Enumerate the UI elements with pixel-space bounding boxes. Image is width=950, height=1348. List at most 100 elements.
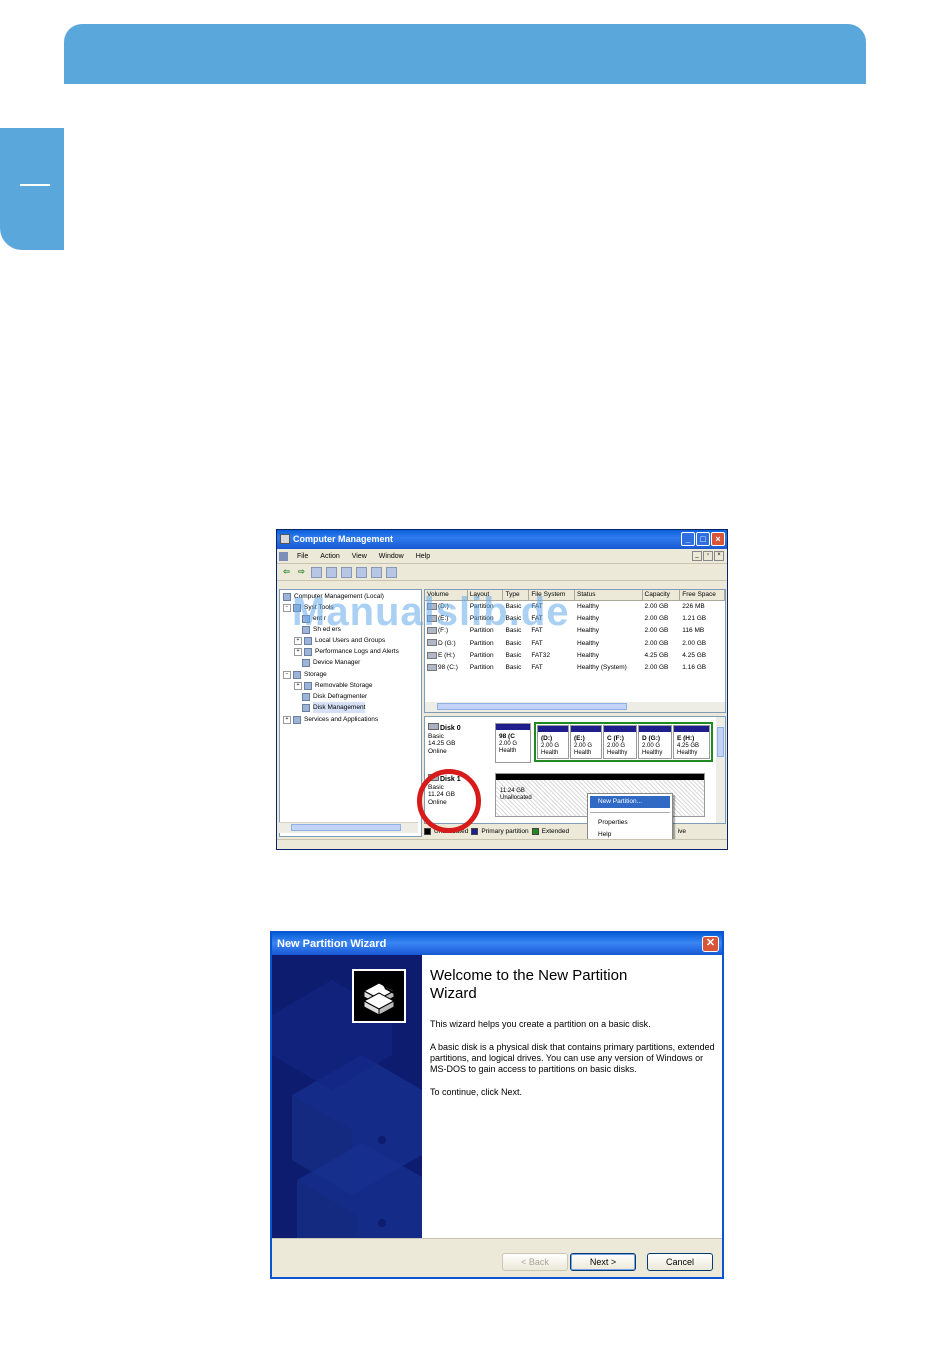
- extended-partition[interactable]: (D:) 2.00 G Health (E:) 2.00 G Health C (F:)…: [534, 722, 713, 762]
- wizard-body: Welcome to the New Partition Wizard This …: [272, 955, 722, 1238]
- maximize-button[interactable]: □: [696, 532, 710, 546]
- tree-item-storage[interactable]: − Storage: [283, 669, 327, 680]
- connect-icon[interactable]: [371, 566, 382, 578]
- tree-item-disk-management[interactable]: Disk Management: [302, 702, 366, 713]
- volume-cell: Healthy: [577, 639, 600, 647]
- device-manager-icon: [302, 658, 310, 667]
- document-icon: [279, 551, 288, 561]
- volume-icon: [427, 627, 437, 635]
- properties-icon[interactable]: [341, 566, 352, 578]
- col-status[interactable]: Status: [575, 590, 643, 600]
- volume-row[interactable]: (F:) Partition Basic FAT Healthy 2.00 GB 116 M…: [425, 625, 725, 637]
- cm-title: Computer Management: [293, 534, 394, 544]
- volume-cell: Partition: [469, 627, 494, 635]
- partition-c[interactable]: 98 (C 2.00 G Health: [495, 723, 531, 763]
- volume-cell: Partition: [469, 603, 494, 610]
- volume-list-scrollbar[interactable]: [425, 702, 725, 712]
- tree-item-services-apps[interactable]: + Services and Applications: [283, 714, 378, 725]
- minimize-button[interactable]: _: [681, 532, 695, 546]
- forward-arrow-icon[interactable]: ⇨: [296, 567, 307, 578]
- volume-cell: 2.00 GB: [682, 639, 707, 647]
- back-button[interactable]: < Back: [502, 1253, 568, 1271]
- col-free-space[interactable]: Free Space: [680, 590, 725, 600]
- col-type[interactable]: Type: [503, 590, 530, 600]
- mdi-restore-button[interactable]: ▫: [703, 551, 713, 561]
- col-capacity[interactable]: Capacity: [643, 590, 681, 600]
- volume-cell: Healthy: [577, 603, 600, 610]
- volume-row[interactable]: D (G:) Partition Basic FAT Healthy 2.00 GB 2.0…: [425, 638, 725, 650]
- volume-name-cell: E (H:): [425, 650, 468, 662]
- volume-cell: Healthy: [577, 615, 600, 623]
- tree-item-root[interactable]: Computer Management (Local): [283, 591, 384, 602]
- services-icon: [293, 715, 301, 724]
- legend-swatch-unallocated: [424, 827, 431, 835]
- back-arrow-icon[interactable]: ⇦: [281, 567, 292, 578]
- menu-new-partition[interactable]: New Partition...: [590, 796, 670, 808]
- export-icon[interactable]: [386, 566, 397, 578]
- menu-separator: [590, 812, 670, 813]
- wizard-description-text: A basic disk is a physical disk that con…: [430, 1042, 715, 1074]
- tree-item-disk-defragmenter[interactable]: Disk Defragmenter: [302, 691, 367, 702]
- cancel-button[interactable]: Cancel: [647, 1253, 713, 1271]
- menu-properties[interactable]: Properties: [588, 817, 672, 829]
- legend-swatch-primary: [471, 827, 479, 835]
- tree-item-shared-folders[interactable]: Sh ed ers: [302, 624, 341, 635]
- menu-window[interactable]: Window: [373, 553, 410, 560]
- disk0-label[interactable]: Disk 0 Basic 14.25 GB Online: [428, 723, 490, 755]
- wizard-button-bar: < Back Next > Cancel: [272, 1238, 722, 1277]
- volume-row[interactable]: 98 (C:) Partition Basic FAT Healthy (System)…: [425, 662, 725, 674]
- wizard-intro-text: This wizard helps you create a partition…: [430, 1019, 651, 1029]
- next-button[interactable]: Next >: [570, 1253, 636, 1271]
- menu-file[interactable]: File: [291, 553, 314, 560]
- legend-extended: Extended: [541, 827, 570, 835]
- legend-logical-drive: ive: [677, 827, 686, 835]
- help-icon[interactable]: [356, 566, 367, 578]
- volume-cell: FAT: [531, 639, 543, 647]
- menu-view[interactable]: View: [346, 553, 373, 560]
- performance-icon: [304, 647, 312, 656]
- tree-horizontal-scrollbar[interactable]: [279, 822, 418, 833]
- tree-item-device-manager[interactable]: Device Manager: [302, 657, 360, 668]
- menu-action[interactable]: Action: [314, 553, 345, 560]
- disk-view-scrollbar[interactable]: [716, 717, 725, 823]
- wizard-disk-icon: [352, 969, 406, 1023]
- disk-legend: Unallocated Primary partition Extended i…: [424, 826, 726, 836]
- partition-f[interactable]: C (F:) 2.00 G Healthy: [603, 725, 637, 759]
- volume-icon: [427, 614, 437, 622]
- partition-e[interactable]: (E:) 2.00 G Health: [570, 725, 602, 759]
- cm-titlebar: Computer Management _ □ ×: [277, 530, 727, 549]
- volume-row[interactable]: (E:) Partition Basic FAT Healthy 2.00 GB 1.21 …: [425, 613, 725, 625]
- close-button[interactable]: ×: [711, 532, 725, 546]
- volume-name-cell: 98 (C:): [425, 662, 468, 674]
- mdi-close-button[interactable]: ×: [714, 551, 724, 561]
- tree-item-local-users[interactable]: + Local Users and Groups: [294, 635, 385, 646]
- volume-row[interactable]: (D:) Partition Basic FAT Healthy 2.00 GB 226 M…: [425, 601, 725, 613]
- shared-folder-icon: [302, 625, 310, 634]
- tree-item-system-tools[interactable]: − Syst Tools: [283, 602, 334, 613]
- wizard-side-graphic: [272, 955, 422, 1238]
- partition-d[interactable]: (D:) 2.00 G Health: [537, 725, 569, 759]
- wizard-title: New Partition Wizard: [277, 938, 387, 950]
- tree-item-performance-logs[interactable]: + Performance Logs and Alerts: [294, 646, 399, 657]
- volume-icon: [427, 651, 437, 659]
- partition-h[interactable]: E (H:) 4.25 GB Healthy: [673, 725, 710, 759]
- tree-item-event-viewer[interactable]: ent r: [302, 613, 326, 624]
- volume-row[interactable]: E (H:) Partition Basic FAT32 Healthy 4.25 GB 4…: [425, 650, 725, 662]
- partition-g[interactable]: D (G:) 2.00 G Healthy: [638, 725, 672, 759]
- volume-cell: 2.00 GB: [644, 627, 669, 635]
- col-layout[interactable]: Layout: [468, 590, 504, 600]
- tree-item-removable-storage[interactable]: + Removable Storage: [294, 680, 372, 691]
- mdi-minimize-button[interactable]: _: [692, 551, 702, 561]
- volume-cell: Partition: [469, 639, 494, 647]
- show-hide-tree-icon[interactable]: [326, 566, 337, 578]
- col-file-system[interactable]: File System: [529, 590, 576, 600]
- volume-cell: Partition: [469, 651, 494, 659]
- volume-cell: 2.00 GB: [644, 663, 669, 671]
- volume-cell: 116 MB: [682, 627, 705, 635]
- up-folder-icon[interactable]: [311, 566, 322, 578]
- col-volume[interactable]: Volume: [425, 590, 468, 600]
- menu-help[interactable]: Help: [410, 553, 436, 560]
- wizard-close-button[interactable]: ✕: [702, 936, 719, 952]
- volume-cell: Basic: [505, 627, 522, 635]
- volume-cell: Healthy: [577, 627, 600, 635]
